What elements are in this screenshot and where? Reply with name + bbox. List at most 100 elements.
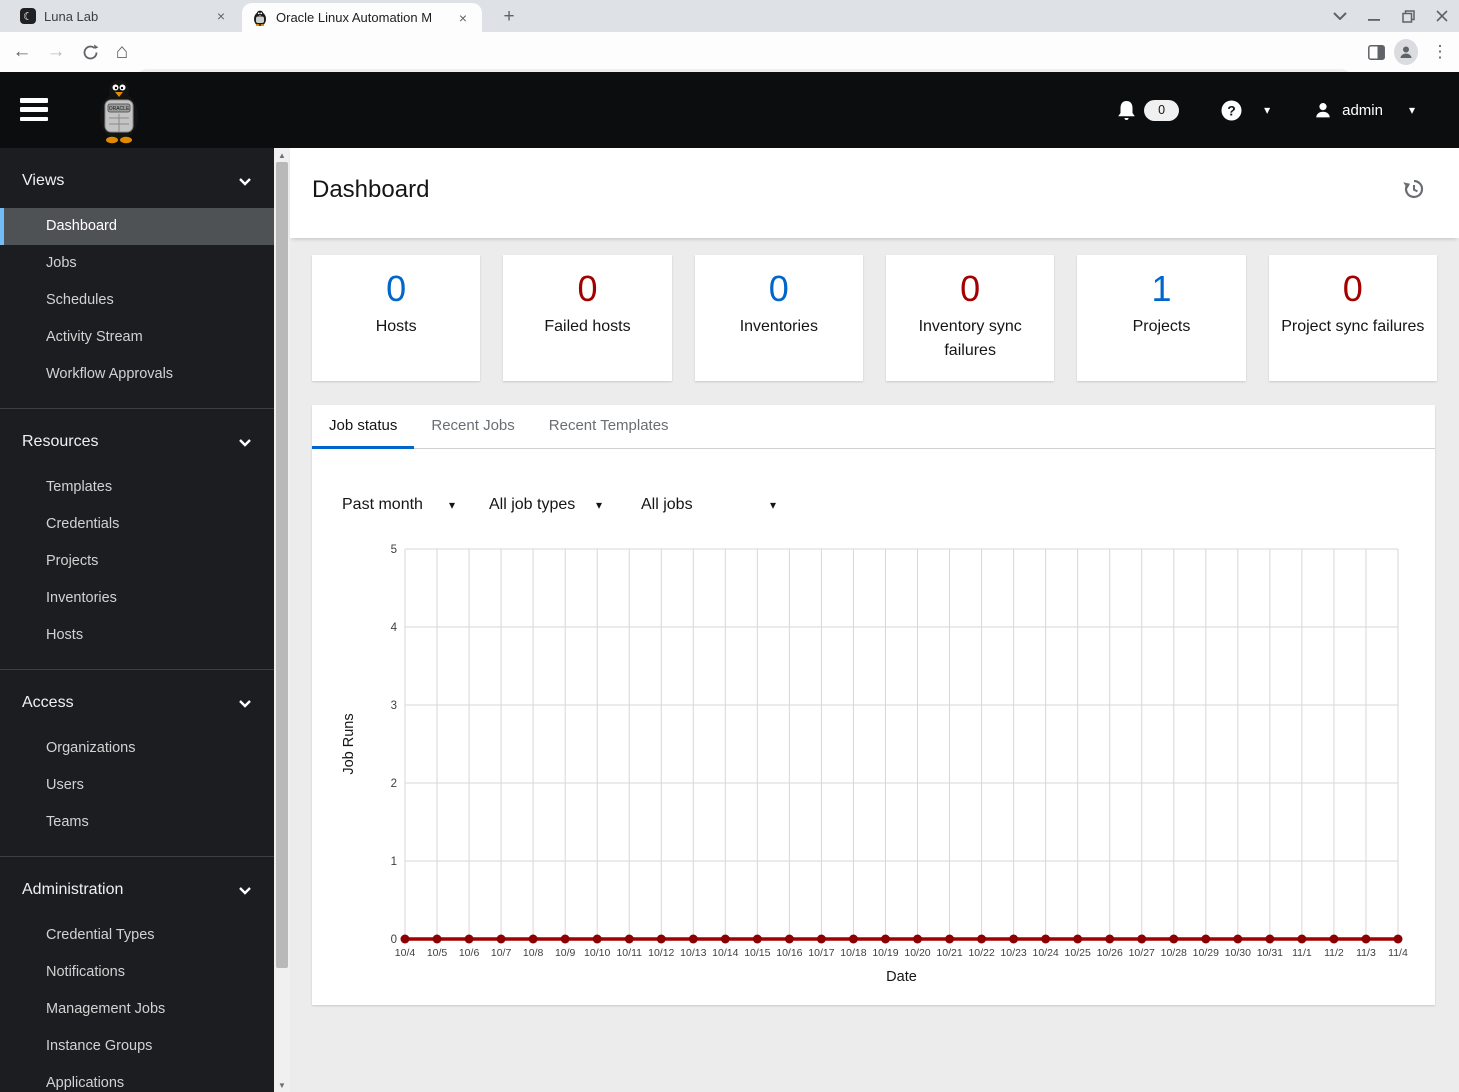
- sidebar-nav: Views Dashboard Jobs Schedules Activity …: [0, 148, 274, 1092]
- svg-text:10/26: 10/26: [1097, 947, 1123, 959]
- card-hosts[interactable]: 0 Hosts: [312, 255, 481, 381]
- moon-favicon-icon: ☾: [20, 8, 36, 24]
- svg-text:1: 1: [391, 856, 397, 868]
- svg-text:10/9: 10/9: [555, 947, 576, 959]
- sidebar-item-inventories[interactable]: Inventories: [0, 580, 274, 617]
- screen: ☾ Luna Lab × Oracle Linux Automation M ×…: [0, 0, 1459, 1092]
- browser-tab-strip: ☾ Luna Lab × Oracle Linux Automation M ×…: [0, 0, 1459, 32]
- card-label: Hosts: [375, 318, 417, 335]
- svg-text:3: 3: [391, 700, 397, 712]
- sidebar-item-credential-types[interactable]: Credential Types: [0, 917, 274, 954]
- sidebar-section-access: Access Organizations Users Teams: [0, 669, 274, 856]
- chevron-down-icon: [239, 177, 251, 186]
- sidebar-item-projects[interactable]: Projects: [0, 543, 274, 580]
- notification-count-badge[interactable]: 0: [1144, 99, 1180, 121]
- back-button[interactable]: ←: [10, 40, 34, 64]
- sidebar-item-management-jobs[interactable]: Management Jobs: [0, 991, 274, 1028]
- help-menu-caret-icon[interactable]: ▾: [1264, 103, 1270, 117]
- minimize-button[interactable]: [1357, 0, 1391, 32]
- svg-text:10/8: 10/8: [523, 947, 544, 959]
- sidebar-scrollbar[interactable]: ▲ ▼: [274, 148, 290, 1092]
- svg-text:10/10: 10/10: [584, 947, 610, 959]
- app-masthead: ORACLE 0 ? ▾ admin ▾: [0, 72, 1459, 148]
- sidebar-item-schedules[interactable]: Schedules: [0, 282, 274, 319]
- forward-button[interactable]: →: [44, 40, 68, 64]
- browser-toolbar: ← → ⌂ Not secure https :// localhost :84…: [0, 32, 1459, 99]
- svg-text:10/24: 10/24: [1033, 947, 1059, 959]
- sidebar-item-workflow-approvals[interactable]: Workflow Approvals: [0, 356, 274, 393]
- svg-text:10/31: 10/31: [1257, 947, 1283, 959]
- sidebar-item-instance-groups[interactable]: Instance Groups: [0, 1028, 274, 1065]
- tab-title: Luna Lab: [44, 8, 99, 24]
- svg-text:Date: Date: [886, 969, 917, 985]
- browser-tab-luna-lab[interactable]: ☾ Luna Lab ×: [10, 0, 240, 32]
- close-window-button[interactable]: [1425, 0, 1459, 32]
- svg-text:10/12: 10/12: [648, 947, 674, 959]
- section-label: Administration: [22, 881, 124, 898]
- new-tab-button[interactable]: +: [496, 4, 522, 30]
- card-inventories[interactable]: 0 Inventories: [694, 255, 863, 381]
- side-panel-icon[interactable]: [1364, 40, 1388, 64]
- svg-text:10/21: 10/21: [936, 947, 962, 959]
- user-menu-caret-icon[interactable]: ▾: [1409, 103, 1415, 117]
- username-label[interactable]: admin: [1342, 102, 1383, 119]
- tab-close-icon[interactable]: ×: [212, 7, 230, 25]
- scrollbar-thumb[interactable]: [276, 162, 288, 968]
- tab-close-icon[interactable]: ×: [454, 9, 472, 27]
- svg-text:10/13: 10/13: [680, 947, 706, 959]
- card-value: 0: [386, 268, 407, 309]
- card-projects[interactable]: 1 Projects: [1077, 255, 1246, 381]
- browser-menu-kebab-icon[interactable]: ⋮: [1428, 40, 1452, 64]
- sidebar-item-dashboard[interactable]: Dashboard: [0, 208, 274, 245]
- browser-tab-oracle-linux[interactable]: Oracle Linux Automation M ×: [242, 3, 482, 32]
- svg-text:10/22: 10/22: [968, 947, 994, 959]
- svg-text:5: 5: [391, 544, 397, 556]
- chevron-down-icon: [239, 438, 251, 447]
- card-project-sync-failures[interactable]: 0 Project sync failures: [1268, 255, 1437, 381]
- card-value: 0: [1342, 268, 1363, 309]
- sidebar-item-hosts[interactable]: Hosts: [0, 617, 274, 654]
- sidebar-item-credentials[interactable]: Credentials: [0, 506, 274, 543]
- sidebar-item-activity-stream[interactable]: Activity Stream: [0, 319, 274, 356]
- svg-text:10/17: 10/17: [808, 947, 834, 959]
- job-status-chart: 10/4 10/5 10/6 10/7 10/8 10/9 10/10 10/11 10/12 1…: [341, 544, 1408, 985]
- sidebar-item-jobs[interactable]: Jobs: [0, 245, 274, 282]
- notifications-bell-icon[interactable]: [1117, 100, 1136, 121]
- history-icon[interactable]: [1401, 177, 1425, 201]
- svg-text:10/4: 10/4: [395, 947, 416, 959]
- browser-profile-avatar[interactable]: [1394, 39, 1418, 65]
- svg-text:11/4: 11/4: [1388, 947, 1408, 959]
- card-label: Failed hosts: [544, 318, 631, 335]
- restore-window-button[interactable]: [1391, 0, 1425, 32]
- sidebar-item-organizations[interactable]: Organizations: [0, 730, 274, 767]
- svg-text:11/3: 11/3: [1356, 947, 1376, 959]
- nav-toggle-hamburger-button[interactable]: [20, 98, 48, 121]
- card-inventory-sync-failures[interactable]: 0 Inventory sync failures: [885, 255, 1055, 381]
- tab-search-chevron-icon[interactable]: [1323, 0, 1357, 32]
- card-value: 1: [1151, 268, 1172, 309]
- card-label: Projects: [1132, 318, 1191, 335]
- card-value: 0: [768, 268, 789, 309]
- svg-text:10/30: 10/30: [1225, 947, 1251, 959]
- sidebar-item-teams[interactable]: Teams: [0, 804, 274, 841]
- help-icon[interactable]: ?: [1221, 100, 1242, 121]
- svg-text:10/5: 10/5: [427, 947, 448, 959]
- reload-button[interactable]: [78, 40, 102, 64]
- sidebar-item-notifications[interactable]: Notifications: [0, 954, 274, 991]
- tab-title: Oracle Linux Automation M: [276, 10, 433, 25]
- sidebar-item-users[interactable]: Users: [0, 767, 274, 804]
- card-failed-hosts[interactable]: 0 Failed hosts: [503, 255, 672, 381]
- scroll-up-arrow-icon[interactable]: ▲: [274, 148, 290, 162]
- svg-text:0: 0: [391, 934, 397, 946]
- sidebar-group-resources[interactable]: Resources: [0, 427, 274, 457]
- svg-text:10/28: 10/28: [1161, 947, 1187, 959]
- sidebar-group-administration[interactable]: Administration: [0, 875, 274, 905]
- svg-text:Job Runs: Job Runs: [341, 713, 357, 774]
- sidebar-item-applications[interactable]: Applications: [0, 1065, 274, 1092]
- sidebar-item-templates[interactable]: Templates: [0, 469, 274, 506]
- svg-text:10/16: 10/16: [776, 947, 802, 959]
- home-button[interactable]: ⌂: [110, 40, 134, 64]
- sidebar-group-access[interactable]: Access: [0, 688, 274, 718]
- sidebar-group-views[interactable]: Views: [0, 166, 274, 196]
- scroll-down-arrow-icon[interactable]: ▼: [274, 1078, 290, 1092]
